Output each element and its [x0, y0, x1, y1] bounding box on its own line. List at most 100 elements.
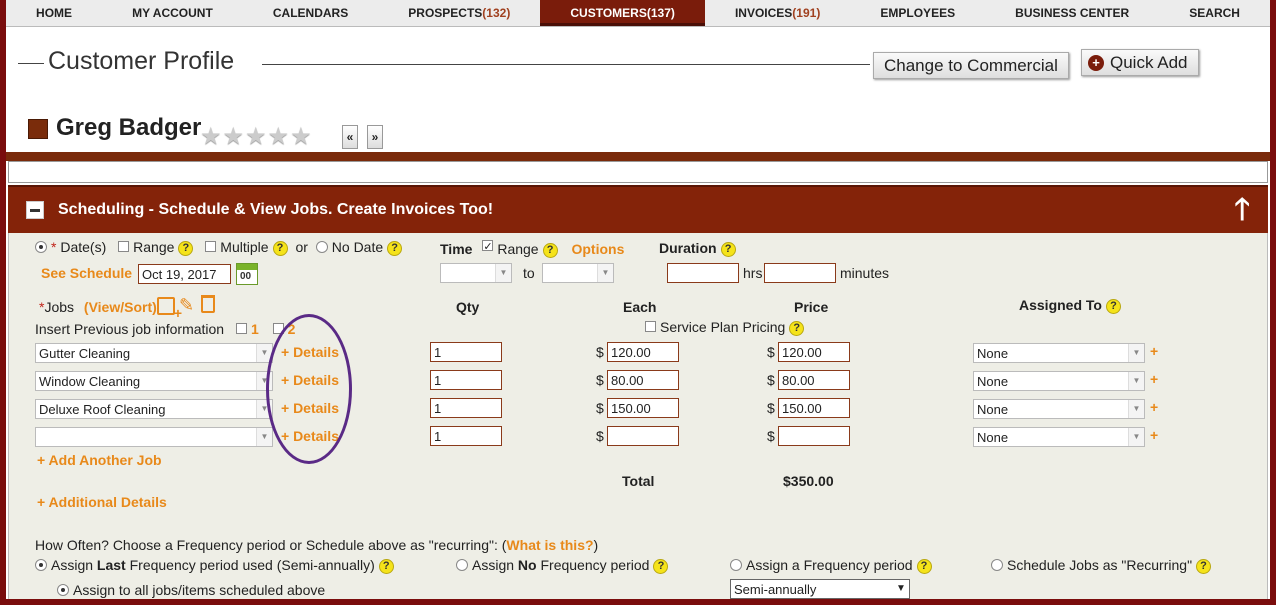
additional-details-link[interactable]: + Additional Details [37, 494, 167, 510]
calendar-icon[interactable]: 00 [236, 263, 258, 285]
add-job-icon[interactable] [157, 297, 182, 321]
schedule-recurring-option[interactable]: Schedule Jobs as "Recurring"? [991, 557, 1212, 574]
qty-input-2[interactable] [430, 370, 502, 390]
view-sort-link[interactable]: (View/Sort) [84, 299, 157, 315]
quick-add-button[interactable]: + Quick Add [1081, 49, 1199, 76]
assign-no-radio[interactable] [456, 559, 468, 571]
dates-label: Date(s) [60, 239, 107, 255]
assign-last-radio[interactable] [35, 559, 47, 571]
price-input-2[interactable] [778, 370, 850, 390]
job-select-1[interactable]: Gutter Cleaning ▼ [35, 343, 273, 363]
nav-calendars[interactable]: CALENDARS [243, 0, 378, 26]
assign-no-option[interactable]: Assign No Frequency period? [456, 557, 669, 574]
title-rule-left [18, 63, 44, 64]
job-select-2[interactable]: Window Cleaning ▼ [35, 371, 273, 391]
duration-hours-input[interactable] [667, 263, 739, 283]
help-icon[interactable]: ? [1196, 559, 1212, 574]
assign-last-option[interactable]: Assign Last Frequency period used (Semi-… [35, 557, 394, 574]
nav-home[interactable]: HOME [6, 0, 102, 26]
help-icon[interactable]: ? [387, 241, 403, 256]
job-select-3[interactable]: Deluxe Roof Cleaning ▼ [35, 399, 273, 419]
help-icon[interactable]: ? [178, 241, 194, 256]
price-input-1[interactable] [778, 342, 850, 362]
each-input-3[interactable] [607, 398, 679, 418]
qty-input-3[interactable] [430, 398, 502, 418]
assign-all-radio[interactable] [57, 584, 69, 596]
pencil-icon[interactable]: ✎ [179, 295, 194, 316]
help-icon[interactable]: ? [542, 243, 558, 258]
assigned-select-2[interactable]: None ▼ [973, 371, 1145, 391]
change-to-commercial-button[interactable]: Change to Commercial [873, 52, 1069, 79]
help-icon[interactable]: ? [789, 321, 805, 336]
divider-strip [8, 161, 1268, 183]
duration-minutes-input[interactable] [764, 263, 836, 283]
insert-previous-2-checkbox[interactable] [272, 323, 284, 334]
help-icon[interactable]: ? [1105, 299, 1121, 314]
each-input-2[interactable] [607, 370, 679, 390]
nav-customers[interactable]: CUSTOMERS(137) [540, 0, 705, 26]
chevron-down-icon: ▼ [256, 344, 272, 362]
customers-count: (137) [646, 6, 675, 20]
qty-input-1[interactable] [430, 342, 502, 362]
assigned-select-4[interactable]: None ▼ [973, 427, 1145, 447]
next-customer-button[interactable]: » [367, 125, 383, 149]
trash-icon[interactable] [201, 295, 215, 313]
nav-search[interactable]: SEARCH [1159, 0, 1270, 26]
help-icon[interactable]: ? [653, 559, 669, 574]
assign-all-option[interactable]: Assign to all jobs/items scheduled above [57, 582, 325, 598]
nav-my-account[interactable]: MY ACCOUNT [102, 0, 243, 26]
add-assignee-button-2[interactable]: + [1150, 371, 1158, 387]
job-select-4[interactable]: ▼ [35, 427, 273, 447]
details-link-4[interactable]: + Details [281, 428, 339, 444]
nav-employees[interactable]: EMPLOYEES [850, 0, 985, 26]
arrow-up-icon[interactable]: 🡑 [1234, 193, 1250, 227]
app-frame: HOME MY ACCOUNT CALENDARS PROSPECTS(132)… [6, 0, 1270, 599]
time-row: Time Range? Options [440, 240, 624, 258]
schedule-recurring-radio[interactable] [991, 559, 1003, 571]
rating-stars[interactable]: ★★★★★ [200, 122, 313, 151]
frequency-period-select[interactable]: Semi-annually ▼ [730, 579, 910, 599]
price-input-4[interactable] [778, 426, 850, 446]
details-link-1[interactable]: + Details [281, 344, 339, 360]
minus-icon[interactable] [26, 201, 44, 219]
each-input-4[interactable] [607, 426, 679, 446]
range-checkbox[interactable] [118, 241, 130, 252]
time-start-select[interactable]: ▼ [440, 263, 512, 283]
chevron-down-icon: ▼ [1128, 400, 1144, 418]
nav-business-center[interactable]: BUSINESS CENTER [985, 0, 1159, 26]
insert-previous-1-checkbox[interactable] [235, 323, 247, 334]
assigned-select-3[interactable]: None ▼ [973, 399, 1145, 419]
details-link-3[interactable]: + Details [281, 400, 339, 416]
add-assignee-button-4[interactable]: + [1150, 427, 1158, 443]
options-link[interactable]: Options [571, 241, 624, 257]
help-icon[interactable]: ? [720, 242, 736, 257]
price-input-3[interactable] [778, 398, 850, 418]
no-date-radio[interactable] [315, 241, 328, 253]
service-plan-checkbox[interactable] [645, 321, 656, 332]
nav-prospects[interactable]: PROSPECTS(132) [378, 0, 540, 26]
dates-radio[interactable] [35, 241, 47, 253]
add-another-job-link[interactable]: + Add Another Job [37, 452, 162, 468]
nav-invoices[interactable]: INVOICES(191) [705, 0, 850, 26]
help-icon[interactable]: ? [378, 559, 394, 574]
assign-frequency-radio[interactable] [730, 559, 742, 571]
multiple-checkbox[interactable] [205, 241, 217, 252]
qty-input-4[interactable] [430, 426, 502, 446]
help-icon[interactable]: ? [916, 559, 932, 574]
previous-customer-button[interactable]: « [342, 125, 358, 149]
assign-frequency-option[interactable]: Assign a Frequency period? [730, 557, 932, 574]
add-assignee-button-3[interactable]: + [1150, 399, 1158, 415]
scheduling-section-header[interactable]: Scheduling - Schedule & View Jobs. Creat… [8, 185, 1268, 233]
what-is-this-link[interactable]: What is this? [506, 537, 593, 553]
see-schedule-link[interactable]: See Schedule [41, 265, 132, 281]
time-range-checkbox[interactable] [482, 240, 494, 251]
date-input[interactable] [138, 264, 231, 284]
each-input-1[interactable] [607, 342, 679, 362]
add-assignee-button-1[interactable]: + [1150, 343, 1158, 359]
customer-name-row: Greg Badger ★★★★★ « » [6, 112, 1270, 152]
assigned-select-1[interactable]: None ▼ [973, 343, 1145, 363]
help-icon[interactable]: ? [272, 241, 288, 256]
details-link-2[interactable]: + Details [281, 372, 339, 388]
time-end-select[interactable]: ▼ [542, 263, 614, 283]
insert-previous-row: Insert Previous job information 1 2 [35, 321, 296, 337]
